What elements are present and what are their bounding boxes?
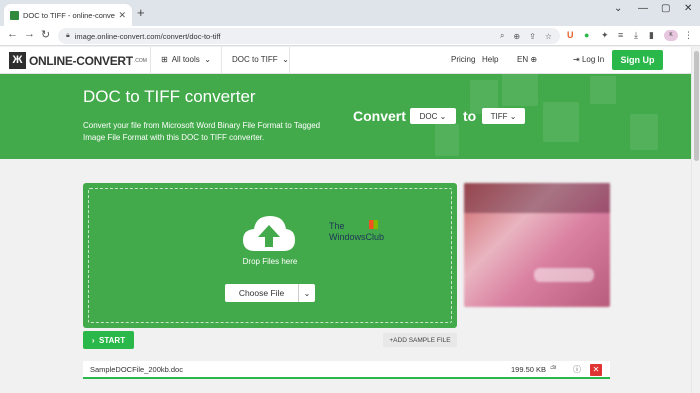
logo-text: ONLINE-CONVERT: [29, 53, 133, 68]
logo-mark-icon: Ж: [9, 52, 26, 69]
to-format-value: TIFF: [490, 111, 508, 121]
language-label: EN: [517, 55, 529, 64]
deco-file-icon: [435, 124, 459, 156]
hero-description: Convert your file from Microsoft Word Bi…: [83, 121, 321, 142]
site-header: Ж ONLINE-CONVERT .COM ⊞ All tools ⌄ DOC …: [0, 47, 691, 74]
forward-arrow-icon[interactable]: →: [24, 28, 35, 40]
header-divider: [221, 47, 222, 73]
file-list-item: SampleDOCFile_200kb.doc 199.50 KB ⛅︎ ⓘ ✕: [83, 361, 610, 379]
site-logo[interactable]: Ж ONLINE-CONVERT .COM: [9, 52, 147, 69]
url-text: image.online-convert.com/convert/doc-to-…: [74, 31, 221, 41]
page-scrollbar[interactable]: [691, 47, 700, 393]
globe-icon: ⊕: [530, 55, 538, 64]
file-name: SampleDOCFile_200kb.doc: [90, 364, 183, 374]
chevron-down-icon: ⌄: [204, 55, 211, 64]
doc-to-tiff-menu[interactable]: DOC to TIFF ⌄: [232, 55, 289, 64]
add-sample-label: ADD SAMPLE FILE: [393, 336, 451, 344]
extension-u-icon[interactable]: U: [567, 30, 574, 40]
doc-to-tiff-label: DOC to TIFF: [232, 55, 278, 64]
chevron-down-icon: ⌄: [439, 111, 447, 121]
back-arrow-icon[interactable]: ←: [7, 28, 18, 40]
from-format-value: DOC: [419, 111, 438, 121]
maximize-button[interactable]: ▢: [661, 3, 670, 14]
share-icon[interactable]: ⇪: [529, 32, 536, 41]
reload-icon[interactable]: ↻: [41, 28, 50, 41]
drop-zone[interactable]: [83, 183, 457, 328]
help-link[interactable]: Help: [482, 55, 498, 64]
new-tab-button[interactable]: +: [137, 5, 145, 20]
deco-chart-icon: [590, 76, 616, 104]
hero-banner: DOC to TIFF converter Convert your file …: [0, 74, 691, 159]
tab-title: DOC to TIFF - online-convert.co: [23, 10, 115, 20]
grid-icon: ⊞: [161, 55, 168, 64]
tab-close-icon[interactable]: ✕: [118, 10, 126, 21]
language-selector[interactable]: EN ⊕: [517, 55, 537, 64]
drop-zone-border: [88, 188, 452, 323]
login-arrow-icon: ⇥: [573, 55, 580, 64]
windows-flag-icon: [369, 220, 379, 229]
profile-avatar[interactable]: K: [664, 30, 678, 41]
delete-file-button[interactable]: ✕: [590, 364, 602, 376]
browser-tab[interactable]: DOC to TIFF - online-convert.co ✕: [4, 4, 132, 26]
menu-dots-icon[interactable]: ⋮: [684, 30, 693, 41]
chevron-down-icon: ⌄: [509, 111, 517, 121]
deco-jpg-icon: [502, 74, 538, 106]
info-icon[interactable]: ⓘ: [573, 364, 581, 375]
watermark-logo: The WindowsClub: [329, 220, 384, 243]
header-divider: [289, 47, 290, 73]
choose-file-label: Choose File: [238, 288, 285, 298]
minimize-button[interactable]: —: [638, 3, 648, 14]
media-icon[interactable]: ≡: [618, 30, 623, 40]
search-icon[interactable]: ⌕: [500, 31, 504, 41]
zoom-icon[interactable]: ⊕: [513, 32, 520, 41]
all-tools-menu[interactable]: ⊞ All tools ⌄: [161, 55, 211, 64]
to-label: to: [463, 108, 477, 124]
all-tools-label: All tools: [171, 55, 200, 64]
to-format-select[interactable]: TIFF ⌄: [482, 108, 525, 124]
lock-icon: 🔒︎: [66, 32, 70, 39]
file-size: 199.50 KB: [511, 364, 547, 374]
ad-band: [534, 268, 594, 282]
address-bar[interactable]: 🔒︎ image.online-convert.com/convert/doc-…: [58, 28, 560, 44]
deco-pdf-icon: [543, 102, 579, 142]
download-icon[interactable]: ⤓: [634, 30, 638, 41]
scrollbar-thumb[interactable]: [694, 51, 699, 161]
browser-toolbar: ← → ↻ 🔒︎ image.online-convert.com/conver…: [0, 26, 700, 46]
tab-search-icon[interactable]: ⌄: [614, 3, 622, 14]
login-label: Log In: [581, 55, 605, 64]
watermark-line2: WindowsClub: [329, 232, 385, 242]
signup-button[interactable]: Sign Up: [612, 50, 663, 70]
browser-tab-bar: DOC to TIFF - online-convert.co ✕ + ⌄ — …: [0, 0, 700, 26]
cloud-upload-icon: [243, 216, 295, 251]
logo-suffix: .COM: [133, 57, 147, 64]
choose-file-button[interactable]: Choose File ⌄: [225, 284, 315, 302]
advertisement-image[interactable]: [464, 183, 610, 307]
chevron-right-icon: ›: [91, 335, 95, 345]
extension-grammarly-icon[interactable]: ●: [584, 30, 589, 40]
start-label: START: [99, 335, 126, 345]
deco-doc-icon: [630, 114, 658, 150]
login-link[interactable]: ⇥ Log In: [573, 55, 604, 64]
sidepanel-icon[interactable]: ▮: [649, 30, 654, 41]
start-button[interactable]: › START: [83, 331, 134, 349]
drop-files-text: Drop Files here: [242, 257, 298, 266]
ad-band: [464, 183, 610, 213]
chevron-down-icon: ⌄: [282, 55, 289, 64]
watermark-line1: The: [329, 221, 345, 231]
site-favicon-icon: [10, 10, 19, 20]
header-divider: [150, 47, 151, 73]
page-title: DOC to TIFF converter: [83, 87, 256, 106]
extensions-puzzle-icon[interactable]: ✦: [601, 30, 609, 41]
close-window-button[interactable]: ✕: [684, 3, 692, 14]
from-format-select[interactable]: DOC ⌄: [410, 108, 456, 124]
bookmark-star-icon[interactable]: ☆: [545, 32, 552, 41]
chevron-down-icon[interactable]: ⌄: [299, 289, 315, 298]
pricing-link[interactable]: Pricing: [451, 55, 475, 64]
add-sample-file-button[interactable]: + ADD SAMPLE FILE: [383, 333, 457, 347]
cloud-save-icon[interactable]: ⛅︎: [550, 364, 556, 374]
convert-label: Convert: [353, 108, 406, 124]
